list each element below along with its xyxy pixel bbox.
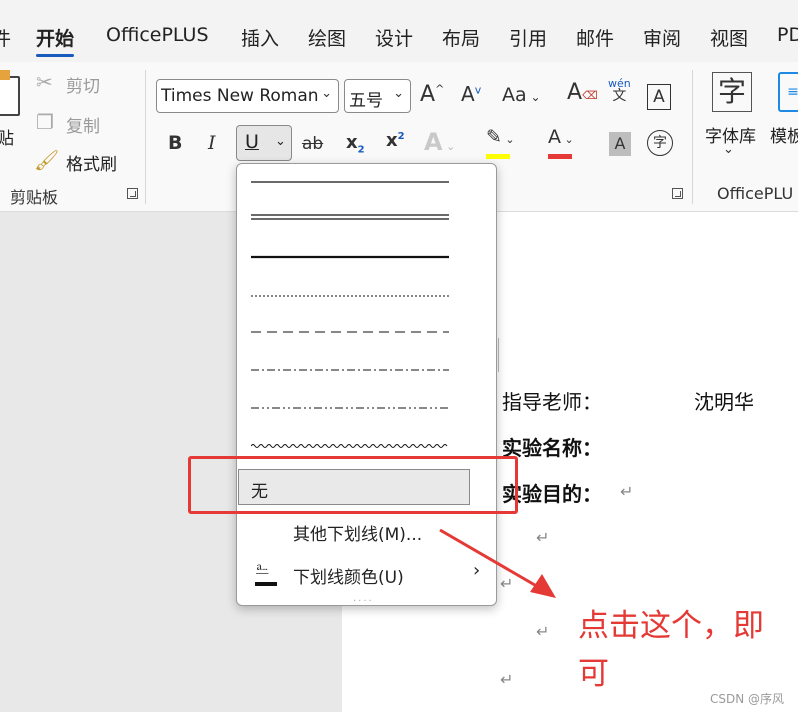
watermark: CSDN @序风	[710, 692, 785, 706]
annotation-text: 点击这个，即可	[578, 608, 764, 692]
